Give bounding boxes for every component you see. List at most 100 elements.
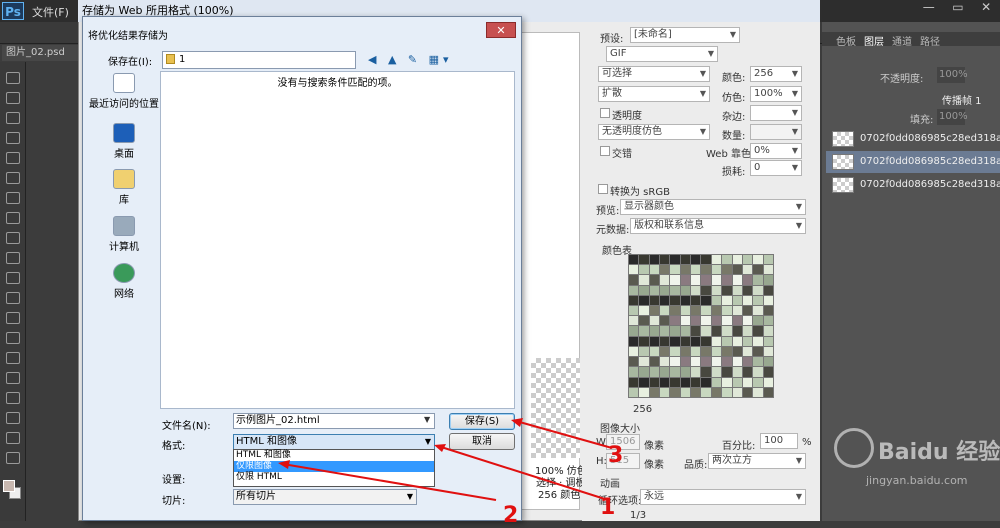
color-swatch[interactable] bbox=[711, 336, 722, 346]
color-swatch[interactable] bbox=[629, 357, 639, 367]
color-swatch[interactable] bbox=[660, 336, 670, 346]
color-swatch[interactable] bbox=[763, 255, 773, 265]
color-swatch[interactable] bbox=[670, 367, 680, 377]
color-swatch[interactable] bbox=[649, 367, 660, 377]
close-button[interactable]: ✕ bbox=[486, 22, 516, 38]
color-swatch[interactable] bbox=[680, 255, 691, 265]
color-swatch[interactable] bbox=[649, 265, 660, 275]
color-swatch[interactable] bbox=[629, 306, 639, 316]
color-swatch[interactable] bbox=[732, 367, 742, 377]
color-swatch[interactable] bbox=[701, 285, 711, 295]
color-swatch[interactable] bbox=[722, 255, 732, 265]
eraser-tool-icon[interactable] bbox=[6, 272, 20, 284]
file-list[interactable] bbox=[160, 71, 515, 409]
color-swatch[interactable] bbox=[649, 316, 660, 326]
color-swatch[interactable] bbox=[639, 377, 649, 387]
color-swatch[interactable] bbox=[701, 387, 711, 397]
color-swatch[interactable] bbox=[691, 255, 701, 265]
color-swatch[interactable] bbox=[660, 316, 670, 326]
layer-row[interactable]: 0702f0dd086985c28ed318abc3... bbox=[826, 128, 1000, 150]
color-swatch[interactable] bbox=[660, 265, 670, 275]
color-swatch[interactable] bbox=[732, 265, 742, 275]
color-swatch[interactable] bbox=[701, 357, 711, 367]
color-swatch[interactable] bbox=[691, 295, 701, 306]
color-swatch[interactable] bbox=[732, 346, 742, 357]
color-swatch[interactable] bbox=[670, 336, 680, 346]
color-swatch[interactable] bbox=[670, 306, 680, 316]
save-button[interactable]: 保存(S) bbox=[449, 413, 515, 430]
color-swatch[interactable] bbox=[742, 255, 753, 265]
color-swatch[interactable] bbox=[711, 275, 722, 285]
color-swatch[interactable] bbox=[753, 326, 763, 336]
color-swatch[interactable] bbox=[763, 326, 773, 336]
color-swatch[interactable] bbox=[680, 377, 691, 387]
color-swatch[interactable] bbox=[649, 295, 660, 306]
preview-dropdown[interactable]: 显示器颜色 ▼ bbox=[620, 199, 806, 215]
propagate-frame-checkbox[interactable]: 传播帧 1 bbox=[942, 92, 982, 107]
hand-tool-icon[interactable] bbox=[6, 432, 20, 444]
color-swatch[interactable] bbox=[701, 377, 711, 387]
place-computer[interactable]: 计算机 bbox=[88, 216, 160, 253]
fill-field[interactable]: 100% bbox=[937, 109, 968, 125]
tab-paths[interactable]: 路径 bbox=[920, 33, 940, 48]
color-swatch[interactable] bbox=[732, 326, 742, 336]
color-swatch[interactable] bbox=[742, 306, 753, 316]
color-swatch[interactable] bbox=[742, 377, 753, 387]
quality-dropdown[interactable]: 两次立方 ▼ bbox=[708, 453, 806, 469]
color-swatch[interactable] bbox=[680, 316, 691, 326]
color-swatch[interactable] bbox=[660, 306, 670, 316]
color-swatch[interactable] bbox=[639, 346, 649, 357]
color-swatch[interactable] bbox=[680, 346, 691, 357]
dither-algorithm-dropdown[interactable]: 扩散 ▼ bbox=[598, 86, 710, 102]
color-swatch[interactable] bbox=[711, 367, 722, 377]
tab-swatches[interactable]: 色板 bbox=[836, 33, 856, 48]
minimize-icon[interactable]: — bbox=[923, 0, 935, 20]
color-swatch[interactable] bbox=[660, 326, 670, 336]
color-table[interactable] bbox=[628, 254, 774, 398]
color-swatch[interactable] bbox=[711, 255, 722, 265]
color-swatch[interactable] bbox=[670, 275, 680, 285]
color-swatch[interactable] bbox=[670, 316, 680, 326]
color-swatch[interactable] bbox=[670, 255, 680, 265]
color-swatch[interactable] bbox=[763, 387, 773, 397]
format-option-selected[interactable]: 仅限图像 bbox=[234, 461, 434, 472]
color-swatch[interactable] bbox=[649, 306, 660, 316]
color-swatch[interactable] bbox=[691, 306, 701, 316]
color-swatch[interactable] bbox=[742, 387, 753, 397]
color-swatch[interactable] bbox=[670, 357, 680, 367]
color-swatch[interactable] bbox=[742, 265, 753, 275]
color-swatch[interactable] bbox=[660, 377, 670, 387]
color-swatch[interactable] bbox=[691, 367, 701, 377]
color-swatch[interactable] bbox=[753, 295, 763, 306]
color-swatch[interactable] bbox=[763, 357, 773, 367]
crop-tool-icon[interactable] bbox=[6, 152, 20, 164]
close-icon[interactable]: ✕ bbox=[981, 0, 991, 20]
color-swatch[interactable] bbox=[753, 387, 763, 397]
color-swatch[interactable] bbox=[763, 367, 773, 377]
preset-dropdown[interactable]: [未命名] ▼ bbox=[630, 27, 740, 43]
color-swatch[interactable] bbox=[680, 336, 691, 346]
color-swatch[interactable] bbox=[711, 357, 722, 367]
pen-tool-icon[interactable] bbox=[6, 352, 20, 364]
color-swatch[interactable] bbox=[722, 377, 732, 387]
color-reduction-dropdown[interactable]: 可选择 ▼ bbox=[598, 66, 710, 82]
color-swatch[interactable] bbox=[629, 336, 639, 346]
metadata-dropdown[interactable]: 版权和联系信息 ▼ bbox=[630, 218, 806, 234]
color-swatch[interactable] bbox=[629, 377, 639, 387]
color-swatch[interactable] bbox=[722, 336, 732, 346]
color-swatch[interactable] bbox=[753, 265, 763, 275]
color-swatch[interactable] bbox=[629, 265, 639, 275]
color-swatch[interactable] bbox=[670, 387, 680, 397]
color-swatch[interactable] bbox=[722, 275, 732, 285]
color-swatch[interactable] bbox=[732, 387, 742, 397]
slices-select[interactable]: 所有切片 ▼ bbox=[233, 489, 417, 505]
layer-row[interactable]: 0702f0dd086985c28ed318abc3... bbox=[826, 151, 1000, 173]
web-snap-field[interactable]: 0% ▼ bbox=[750, 143, 802, 159]
color-swatch[interactable] bbox=[660, 367, 670, 377]
color-swatch[interactable] bbox=[701, 316, 711, 326]
color-swatch[interactable] bbox=[691, 316, 701, 326]
color-swatch[interactable] bbox=[680, 285, 691, 295]
color-swatch[interactable] bbox=[742, 336, 753, 346]
color-swatch[interactable] bbox=[660, 285, 670, 295]
color-swatch[interactable] bbox=[670, 346, 680, 357]
